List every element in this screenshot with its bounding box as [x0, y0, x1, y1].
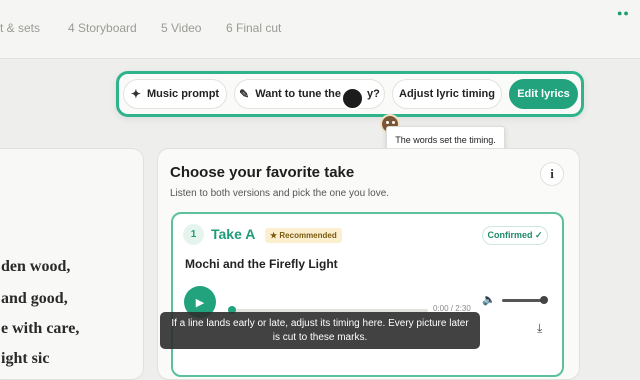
lyric-line: den wood,: [1, 258, 71, 275]
sparkle-icon: ✦: [130, 87, 141, 101]
music-prompt-button[interactable]: ✦ Music prompt: [123, 79, 227, 109]
volume-knob[interactable]: [540, 296, 548, 304]
song-title: Mochi and the Firefly Light: [185, 257, 338, 271]
step-storyboard[interactable]: 4 Storyboard: [68, 21, 137, 35]
volume-slider[interactable]: [502, 296, 548, 304]
play-icon: ▶: [195, 296, 205, 309]
confirmed-badge[interactable]: Confirmed ✓: [482, 226, 548, 245]
download-icon[interactable]: ⤓: [537, 321, 542, 336]
info-button[interactable]: i: [540, 162, 564, 186]
lyric-line: and good,: [1, 290, 68, 307]
subtitle-caption: If a line lands early or late, adjust it…: [160, 312, 480, 349]
step-final-cut[interactable]: 6 Final cut: [226, 21, 281, 35]
volume-icon[interactable]: 🔈: [482, 293, 496, 306]
lyrics-panel: den wood, and good, e with care, ight si…: [0, 148, 144, 380]
take-number: 1: [183, 224, 204, 245]
edit-lyrics-label: Edit lyrics: [517, 88, 570, 100]
tooltip-text: The words set the timing.: [395, 135, 496, 145]
progress-steps: st & sets 4 Storyboard 5 Video 6 Final c…: [0, 0, 640, 59]
step-video[interactable]: 5 Video: [161, 21, 201, 35]
edit-lyrics-button[interactable]: Edit lyrics: [509, 79, 578, 109]
caption-text: If a line lands early or late, adjust it…: [171, 317, 469, 343]
recommended-badge: ★ Recommended: [265, 228, 342, 243]
take-name: Take A: [211, 226, 256, 242]
take-card-subtitle: Listen to both versions and pick the one…: [170, 188, 390, 199]
tune-label-left: Want to tune the: [255, 88, 341, 100]
take-card-title: Choose your favorite take: [170, 164, 355, 181]
lyric-line: ight sic: [1, 350, 50, 367]
pencil-icon: ✎: [239, 87, 250, 101]
take-a-option[interactable]: 1 Take A ★ Recommended Confirmed ✓ Mochi…: [171, 212, 564, 377]
music-prompt-label: Music prompt: [146, 88, 220, 100]
adjust-lyric-timing-button[interactable]: Adjust lyric timing: [392, 79, 502, 109]
adjust-timing-label: Adjust lyric timing: [399, 88, 495, 100]
step-cast-sets[interactable]: st & sets: [0, 21, 40, 35]
status-dots-icon: ●●: [617, 8, 630, 18]
lyric-line: e with care,: [1, 320, 80, 337]
pointer-cursor-icon: [341, 87, 364, 110]
tune-label-right: y?: [366, 88, 380, 100]
